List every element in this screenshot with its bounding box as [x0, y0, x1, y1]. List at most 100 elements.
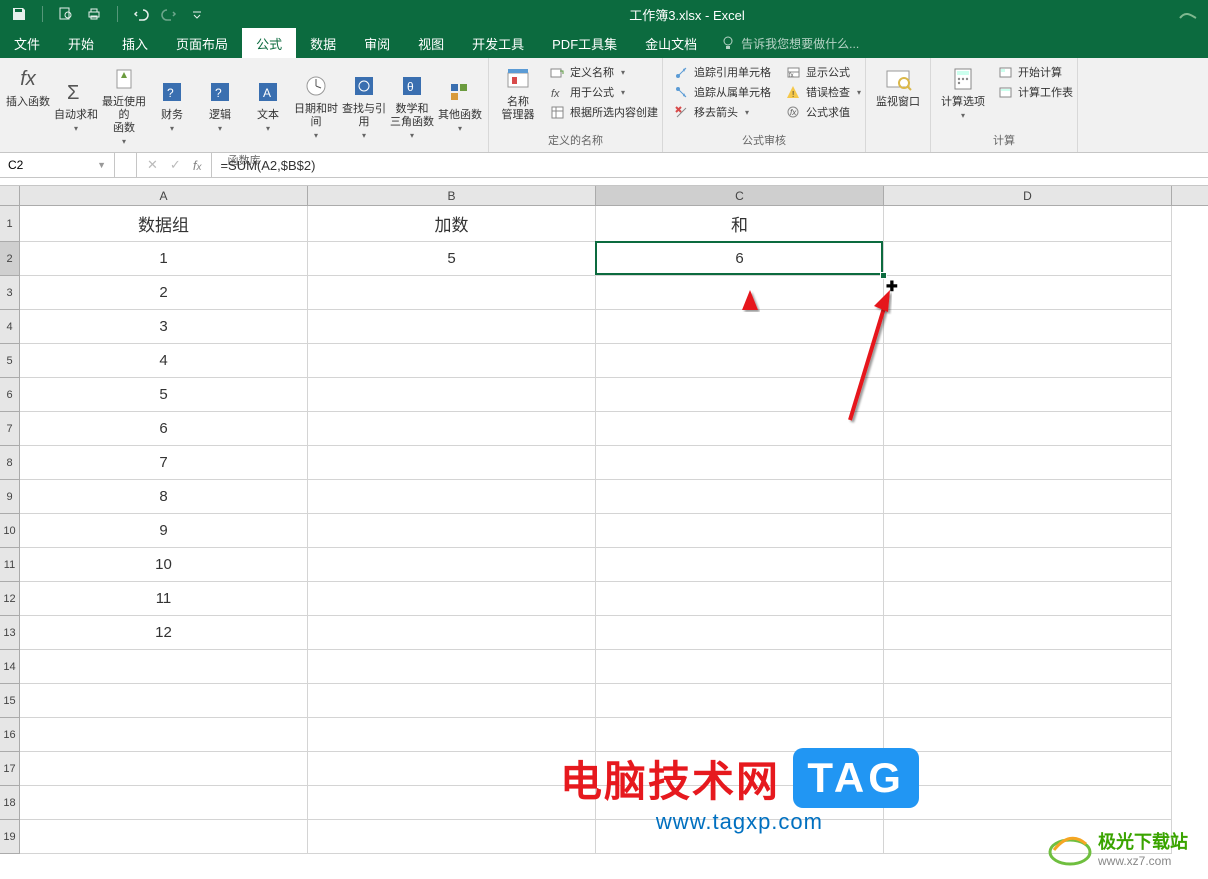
cell[interactable]: 4 — [20, 344, 308, 378]
cell[interactable] — [308, 446, 596, 480]
cell[interactable] — [884, 718, 1172, 752]
row-header-10[interactable]: 10 — [0, 514, 19, 548]
row-header-7[interactable]: 7 — [0, 412, 19, 446]
cell[interactable] — [20, 786, 308, 820]
cell[interactable] — [596, 616, 884, 650]
cell[interactable]: 9 — [20, 514, 308, 548]
cell[interactable] — [20, 684, 308, 718]
cell[interactable] — [596, 786, 884, 820]
row-header-11[interactable]: 11 — [0, 548, 19, 582]
cell[interactable] — [884, 514, 1172, 548]
row-header-2[interactable]: 2 — [0, 242, 19, 276]
audit-check-1[interactable]: !错误检查▾ — [785, 84, 861, 100]
fn-button-5[interactable]: 日期和时间▾ — [292, 60, 340, 150]
row-header-15[interactable]: 15 — [0, 684, 19, 718]
cell[interactable] — [884, 548, 1172, 582]
cell[interactable] — [884, 684, 1172, 718]
tab-3[interactable]: 页面布局 — [162, 28, 242, 58]
fn-button-2[interactable]: ?财务▾ — [148, 60, 196, 150]
cell[interactable] — [884, 242, 1172, 276]
cell[interactable] — [308, 310, 596, 344]
select-all-corner[interactable] — [0, 186, 20, 205]
audit-trace-2[interactable]: 移去箭头▾ — [673, 104, 771, 120]
cell[interactable]: 5 — [20, 378, 308, 412]
cell[interactable]: 加数 — [308, 206, 596, 242]
watch-window-button[interactable]: 监视窗口 — [870, 60, 926, 113]
fn-button-8[interactable]: 其他函数▾ — [436, 60, 484, 150]
cell[interactable]: 10 — [20, 548, 308, 582]
cell[interactable]: 11 — [20, 582, 308, 616]
col-header-B[interactable]: B — [308, 186, 596, 205]
row-header-16[interactable]: 16 — [0, 718, 19, 752]
calc-item-1[interactable]: 计算工作表 — [997, 84, 1073, 100]
fn-button-1[interactable]: 最近使用的 函数▾ — [100, 60, 148, 150]
save-icon[interactable] — [10, 5, 28, 23]
confirm-icon[interactable]: ✓ — [170, 157, 181, 173]
calc-options-button[interactable]: 计算选项 ▾ — [935, 60, 991, 124]
cell[interactable] — [596, 548, 884, 582]
cell[interactable] — [308, 752, 596, 786]
cell[interactable]: 和 — [596, 206, 884, 242]
cell[interactable] — [596, 446, 884, 480]
cell[interactable] — [308, 616, 596, 650]
cell[interactable] — [20, 718, 308, 752]
cell[interactable] — [596, 752, 884, 786]
row-header-13[interactable]: 13 — [0, 616, 19, 650]
cell[interactable] — [596, 480, 884, 514]
cell[interactable] — [596, 514, 884, 548]
cell[interactable] — [884, 616, 1172, 650]
cell[interactable]: 7 — [20, 446, 308, 480]
tab-9[interactable]: PDF工具集 — [538, 28, 631, 58]
defname-item-0[interactable]: 定义名称▾ — [549, 64, 658, 80]
cell[interactable] — [308, 412, 596, 446]
cell[interactable]: 5 — [308, 242, 596, 276]
cell[interactable] — [308, 786, 596, 820]
cell[interactable] — [884, 276, 1172, 310]
cell[interactable]: 2 — [20, 276, 308, 310]
row-header-19[interactable]: 19 — [0, 820, 19, 854]
name-manager-button[interactable]: 名称 管理器 — [493, 60, 543, 126]
tab-1[interactable]: 开始 — [54, 28, 108, 58]
cell[interactable]: 8 — [20, 480, 308, 514]
tab-8[interactable]: 开发工具 — [458, 28, 538, 58]
audit-trace-0[interactable]: 追踪引用单元格 — [673, 64, 771, 80]
tab-5[interactable]: 数据 — [296, 28, 350, 58]
cell[interactable] — [884, 412, 1172, 446]
insert-function-button[interactable]: fx 插入函数 — [4, 60, 52, 113]
row-header-14[interactable]: 14 — [0, 650, 19, 684]
tab-7[interactable]: 视图 — [404, 28, 458, 58]
cell[interactable]: 1 — [20, 242, 308, 276]
cell[interactable] — [596, 820, 884, 854]
cell[interactable] — [884, 310, 1172, 344]
col-header-D[interactable]: D — [884, 186, 1172, 205]
cell[interactable] — [884, 582, 1172, 616]
cell[interactable] — [20, 650, 308, 684]
row-header-18[interactable]: 18 — [0, 786, 19, 820]
row-header-4[interactable]: 4 — [0, 310, 19, 344]
cell[interactable] — [20, 820, 308, 854]
cell[interactable] — [308, 514, 596, 548]
cell[interactable] — [308, 684, 596, 718]
cell[interactable]: 数据组 — [20, 206, 308, 242]
fn-button-0[interactable]: Σ自动求和▾ — [52, 60, 100, 150]
tab-0[interactable]: 文件 — [0, 28, 54, 58]
tab-6[interactable]: 审阅 — [350, 28, 404, 58]
cell[interactable] — [884, 480, 1172, 514]
cell[interactable]: 12 — [20, 616, 308, 650]
cell[interactable] — [308, 820, 596, 854]
audit-trace-1[interactable]: 追踪从属单元格 — [673, 84, 771, 100]
cell[interactable] — [308, 548, 596, 582]
cell[interactable] — [308, 276, 596, 310]
cell[interactable] — [884, 752, 1172, 786]
formula-input[interactable]: =SUM(A2,$B$2) — [212, 153, 1208, 177]
row-header-6[interactable]: 6 — [0, 378, 19, 412]
defname-item-2[interactable]: 根据所选内容创建 — [549, 104, 658, 120]
undo-icon[interactable] — [132, 5, 150, 23]
cell[interactable] — [596, 718, 884, 752]
calc-item-0[interactable]: 开始计算 — [997, 64, 1073, 80]
cancel-icon[interactable]: ✕ — [147, 157, 158, 173]
cell[interactable] — [308, 718, 596, 752]
cell[interactable] — [308, 480, 596, 514]
cell[interactable] — [596, 344, 884, 378]
cell[interactable] — [596, 582, 884, 616]
